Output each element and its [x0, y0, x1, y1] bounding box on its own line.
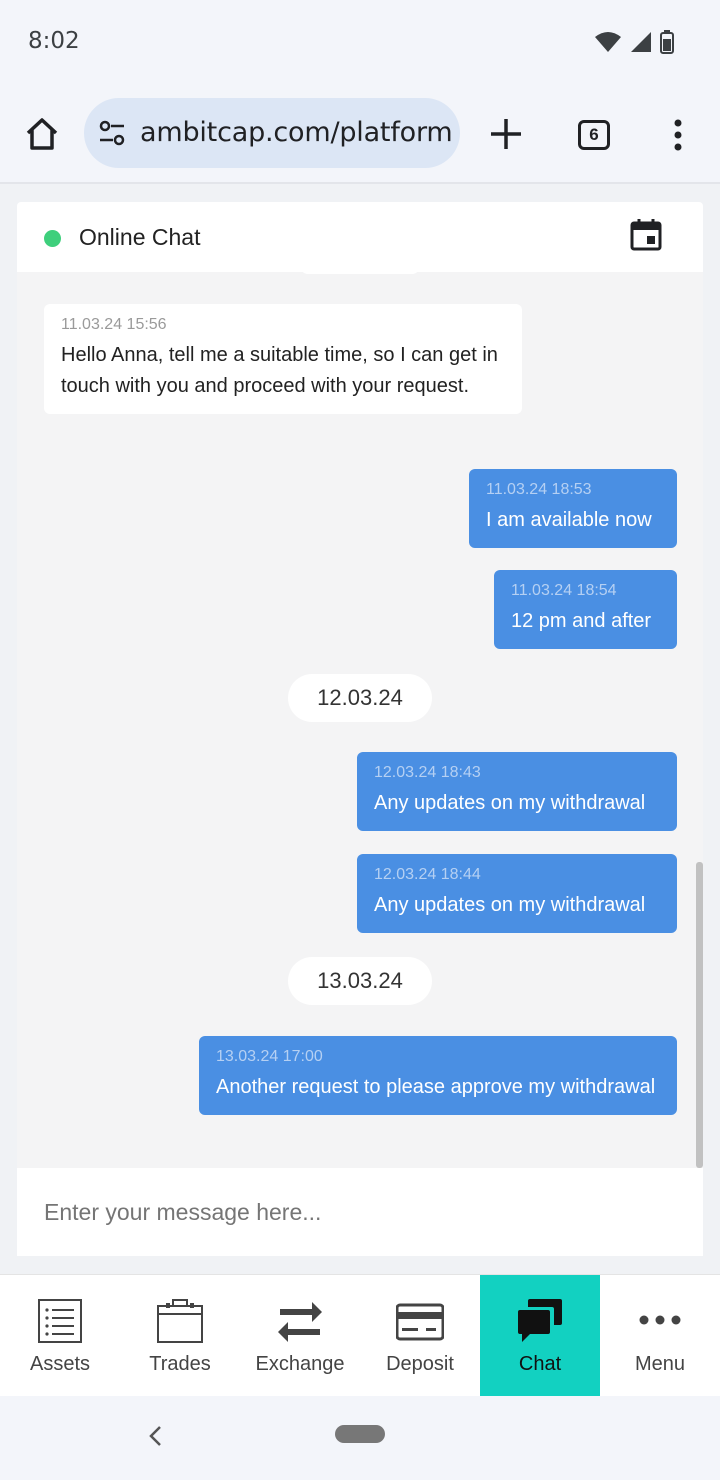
nav-item-deposit[interactable]: Deposit	[360, 1275, 480, 1397]
nav-label: Menu	[634, 1353, 686, 1375]
message-outgoing: 11.03.24 18:54 12 pm and after	[494, 570, 677, 649]
signal-icon	[631, 32, 651, 52]
online-status-indicator	[44, 230, 61, 247]
nav-item-exchange[interactable]: Exchange	[240, 1275, 360, 1397]
exchange-arrows-icon	[278, 1302, 322, 1342]
date-separator: 13.03.24	[288, 957, 432, 1005]
chat-title: Online Chat	[79, 224, 201, 250]
nav-label: Chat	[518, 1353, 562, 1375]
message-timestamp: 11.03.24 15:56	[61, 316, 167, 333]
message-text: Another request to please approve my wit…	[216, 1076, 656, 1098]
message-timestamp: 11.03.24 18:54	[511, 582, 617, 599]
wifi-icon	[595, 32, 621, 52]
message-list[interactable]: 11.03.24 15:56 Hello Anna, tell me a sui…	[17, 272, 703, 1168]
message-timestamp: 12.03.24 18:44	[374, 866, 481, 883]
message-composer	[17, 1168, 703, 1256]
url-text: ambitcap.com/platform.l	[140, 117, 454, 148]
system-navigation-bar	[0, 1396, 720, 1480]
message-timestamp: 13.03.24 17:00	[216, 1048, 323, 1065]
new-tab-icon[interactable]	[488, 116, 524, 152]
battery-icon	[660, 30, 674, 54]
chat-bubbles-icon	[518, 1299, 562, 1342]
date-separator: 12.03.24	[288, 674, 432, 722]
status-bar: 8:02	[0, 0, 720, 84]
message-outgoing: 11.03.24 18:53 I am available now	[469, 469, 677, 548]
message-text: Any updates on my withdrawal	[374, 894, 646, 916]
tab-switcher-button[interactable]: 6	[578, 120, 610, 150]
nav-label: Deposit	[386, 1353, 454, 1375]
message-text: I am available now	[486, 509, 652, 531]
nav-label: Assets	[29, 1353, 91, 1375]
browser-toolbar: ambitcap.com/platform.l 6	[0, 84, 720, 184]
nav-item-assets[interactable]: Assets	[0, 1275, 120, 1397]
scrollbar-thumb[interactable]	[696, 862, 703, 1168]
nav-item-trades[interactable]: Trades	[120, 1275, 240, 1397]
nav-label: Trades	[149, 1353, 211, 1375]
nav-label: Exchange	[255, 1353, 345, 1375]
message-incoming: 11.03.24 15:56 Hello Anna, tell me a sui…	[44, 304, 522, 414]
message-outgoing: 12.03.24 18:43 Any updates on my withdra…	[357, 752, 677, 831]
back-icon[interactable]	[146, 1424, 166, 1448]
message-outgoing: 13.03.24 17:00 Another request to please…	[199, 1036, 677, 1115]
home-gesture-pill[interactable]	[335, 1425, 385, 1443]
status-icons	[594, 30, 674, 54]
more-vert-icon[interactable]	[664, 118, 692, 152]
message-outgoing: 12.03.24 18:44 Any updates on my withdra…	[357, 854, 677, 933]
more-dots-icon	[639, 1315, 681, 1325]
chat-header: Online Chat	[17, 202, 703, 272]
bottom-navigation: Assets Trades Exchange Deposit Chat Menu	[0, 1274, 720, 1397]
nav-item-menu[interactable]: Menu	[600, 1275, 720, 1397]
message-timestamp: 12.03.24 18:43	[374, 764, 481, 781]
message-text: Any updates on my withdrawal	[374, 792, 646, 814]
home-icon[interactable]	[22, 114, 62, 154]
url-bar[interactable]: ambitcap.com/platform.l	[84, 98, 460, 168]
message-timestamp: 11.03.24 18:53	[486, 481, 592, 498]
status-time: 8:02	[28, 28, 80, 54]
nav-item-chat[interactable]: Chat	[480, 1275, 600, 1397]
briefcase-icon	[157, 1299, 203, 1343]
site-settings-icon[interactable]	[98, 120, 126, 146]
list-icon	[38, 1299, 82, 1343]
calendar-icon[interactable]	[629, 218, 663, 252]
date-separator-partial	[300, 272, 420, 274]
message-text: Hello Anna, tell me a suitable time, so …	[61, 344, 498, 397]
message-text: 12 pm and after	[511, 610, 652, 632]
credit-card-icon	[396, 1303, 444, 1341]
message-input[interactable]	[17, 1168, 703, 1256]
